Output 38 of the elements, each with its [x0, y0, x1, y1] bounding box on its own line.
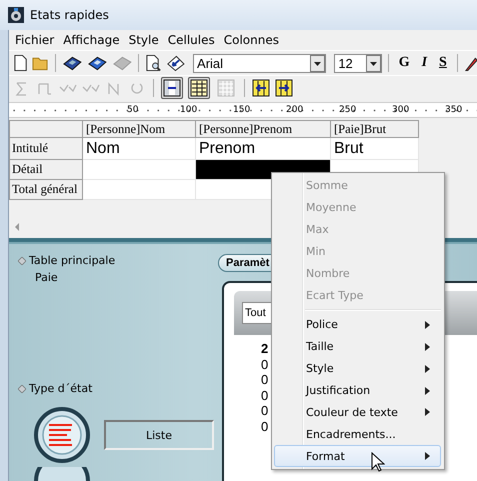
ruler-label: 100 [180, 104, 198, 117]
row-header[interactable]: Détail [9, 160, 83, 180]
column-header[interactable]: [Paie]Brut [331, 120, 419, 138]
report-type-label: Liste [104, 420, 214, 450]
menu-item[interactable]: Couleur de texte [274, 401, 441, 424]
font-dropdown[interactable]: Arial [193, 54, 326, 72]
ruler-label: 50 [127, 104, 140, 117]
menu-item[interactable]: Style [274, 358, 441, 380]
ruler-label: 250 [339, 104, 358, 117]
menu-item[interactable]: Encadrements... [274, 423, 441, 446]
table-cell[interactable]: Nom [83, 138, 196, 160]
menu-item[interactable]: Justification [274, 380, 441, 402]
section-label: Table principale [29, 254, 116, 267]
ruler-label: 200 [286, 104, 304, 117]
table-cell[interactable]: Prenom [196, 138, 331, 160]
italic-button[interactable]: I [418, 55, 432, 71]
font-size-dropdown[interactable]: 12 [334, 54, 382, 72]
ruler-label: 350 [445, 104, 464, 117]
table-name: Paie [35, 271, 59, 284]
menu-item[interactable]: Colonnes [224, 33, 279, 47]
menu-item[interactable]: Fichier [15, 33, 54, 47]
menu-item[interactable]: Format [274, 445, 441, 467]
row-header[interactable]: Intitulé [9, 138, 83, 160]
row-header[interactable]: Total général [9, 180, 83, 200]
menu-item[interactable]: Taille [274, 336, 441, 358]
ruler-label: 300 [392, 104, 410, 117]
menu-item[interactable]: Affichage [63, 33, 120, 47]
table-cell[interactable]: Brut [331, 138, 419, 160]
ruler-label: 150 [233, 104, 252, 117]
column-header[interactable]: [Personne]Nom [83, 120, 196, 138]
column-header[interactable]: [Personne]Prenom [196, 120, 331, 138]
underline-button[interactable]: S [435, 55, 451, 71]
menu-item[interactable]: Style [128, 33, 159, 47]
bold-button[interactable]: G [394, 55, 414, 71]
menu-item[interactable]: Police [274, 314, 441, 336]
section-label: Type d´état [29, 382, 92, 395]
menu-item[interactable]: Cellules [168, 33, 215, 47]
window-title: Etats rapides [30, 8, 109, 22]
